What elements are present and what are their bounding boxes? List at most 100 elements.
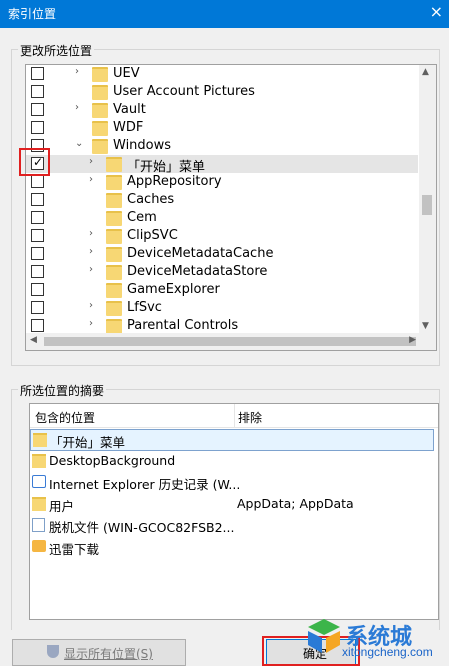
location-tree[interactable]: › UEV User Account Pictures › Vault WDF ⌄ Windo… — [25, 64, 437, 351]
tree-item[interactable]: Cem — [26, 209, 418, 227]
tree-item-label: Caches — [127, 192, 175, 207]
tree-item[interactable]: WDF — [26, 119, 418, 137]
window-title: 索引位置 — [8, 7, 57, 21]
tree-item-checkbox[interactable] — [31, 193, 44, 206]
expander-icon[interactable]: › — [89, 318, 93, 329]
tree-item-checkbox[interactable] — [31, 85, 44, 98]
folder-icon — [106, 211, 122, 226]
summary-row[interactable]: 脱机文件 (WIN-GCOC82FSB2... — [30, 515, 436, 535]
folder-icon — [92, 121, 108, 136]
expander-icon[interactable]: › — [89, 156, 93, 167]
expander-icon[interactable]: › — [75, 66, 79, 77]
expander-icon[interactable]: ⌄ — [75, 138, 83, 149]
expander-icon[interactable]: › — [89, 246, 93, 257]
tree-item[interactable]: › Vault — [26, 101, 418, 119]
close-icon[interactable]: × — [430, 2, 443, 21]
folder-icon — [92, 67, 108, 82]
tree-item-label: DeviceMetadataCache — [127, 246, 274, 261]
tree-item[interactable]: › LfSvc — [26, 299, 418, 317]
summary-row[interactable]: 「开始」菜单 — [30, 429, 434, 451]
watermark-logo: 系统城 xitongcheng.com — [298, 615, 448, 664]
tree-item[interactable]: › UEV — [26, 65, 418, 83]
folder-icon — [92, 85, 108, 100]
column-header-included[interactable]: 包含的位置 — [35, 409, 95, 426]
tree-item-checkbox[interactable] — [31, 265, 44, 278]
summary-row[interactable]: DesktopBackground — [30, 451, 436, 471]
tree-item-checkbox[interactable] — [31, 301, 44, 314]
tree-item-label: GameExplorer — [127, 282, 220, 297]
tree-item-checkbox[interactable] — [31, 103, 44, 116]
tree-vertical-scrollbar[interactable]: ▲ ▼ — [419, 65, 436, 333]
tree-item-checkbox[interactable] — [31, 211, 44, 224]
folder-icon — [106, 157, 122, 172]
expander-icon[interactable]: › — [89, 228, 93, 239]
folder-icon — [32, 496, 46, 511]
tree-horizontal-scrollbar[interactable]: ◀ ▶ — [26, 333, 436, 350]
summary-exclude: AppData; AppData — [237, 495, 354, 511]
expander-icon[interactable]: › — [89, 264, 93, 275]
tree-item-checkbox[interactable] — [31, 319, 44, 332]
tree-item-label: AppRepository — [127, 174, 222, 189]
tree-item[interactable]: › DeviceMetadataCache — [26, 245, 418, 263]
expander-icon[interactable]: › — [75, 102, 79, 113]
expander-icon[interactable]: › — [89, 300, 93, 311]
tree-item-checkbox[interactable] — [31, 121, 44, 134]
tree-item-checkbox[interactable] — [31, 247, 44, 260]
tree-item-checkbox[interactable] — [31, 175, 44, 188]
xunlei-folder-icon — [32, 539, 46, 552]
scroll-right-icon[interactable]: ▶ — [409, 335, 416, 345]
summary-row[interactable]: 迅雷下载 — [30, 537, 436, 557]
tree-item[interactable]: › ClipSVC — [26, 227, 418, 245]
summary-label: 所选位置的摘要 — [18, 382, 107, 399]
tree-item-label: ClipSVC — [127, 228, 178, 243]
tree-item[interactable]: GameExplorer — [26, 281, 418, 299]
summary-location: 脱机文件 (WIN-GCOC82FSB2... — [49, 520, 235, 535]
tree-item-label: DeviceMetadataStore — [127, 264, 268, 279]
change-locations-label: 更改所选位置 — [18, 42, 95, 59]
folder-icon — [92, 139, 108, 154]
folder-icon — [32, 453, 46, 468]
folder-icon — [106, 193, 122, 208]
column-divider — [234, 404, 235, 427]
summary-row[interactable]: 用户 AppData; AppData — [30, 494, 436, 514]
tree-item[interactable]: Caches — [26, 191, 418, 209]
tree-item[interactable]: › AppRepository — [26, 173, 418, 191]
summary-location: Internet Explorer 历史记录 (W... — [49, 477, 241, 492]
tree-item-label: Vault — [113, 102, 146, 117]
scroll-left-icon[interactable]: ◀ — [30, 335, 37, 345]
folder-icon — [92, 103, 108, 118]
ie-icon — [32, 475, 46, 488]
tree-item-checkbox[interactable] — [31, 283, 44, 296]
scroll-thumb[interactable] — [422, 195, 432, 215]
summary-location: 用户 — [49, 498, 75, 514]
tree-item[interactable]: ✓ › 「开始」菜单 — [26, 155, 418, 175]
checkbox-highlight-box — [19, 148, 50, 176]
brand-logo-icon — [308, 619, 340, 653]
summary-list[interactable]: 包含的位置 排除 「开始」菜单 DesktopBackground Internet… — [29, 403, 439, 620]
tree-item[interactable]: ⌄ Windows — [26, 137, 418, 155]
folder-icon — [106, 175, 122, 190]
tree-item-label: Windows — [113, 138, 172, 153]
folder-icon — [106, 229, 122, 244]
folder-icon — [106, 247, 122, 262]
tree-item[interactable]: User Account Pictures — [26, 83, 418, 101]
show-all-locations-button[interactable]: 显示所有位置(S) — [12, 639, 186, 666]
expander-icon[interactable]: › — [89, 174, 93, 185]
tree-item-label: Cem — [127, 210, 157, 225]
summary-location: 「开始」菜单 — [50, 435, 126, 450]
summary-row[interactable]: Internet Explorer 历史记录 (W... — [30, 472, 436, 492]
scroll-down-icon[interactable]: ▼ — [422, 321, 429, 331]
tree-item[interactable]: › DeviceMetadataStore — [26, 263, 418, 281]
shield-icon — [47, 645, 59, 658]
summary-header: 包含的位置 排除 — [30, 404, 438, 428]
column-header-excluded[interactable]: 排除 — [238, 409, 262, 426]
tree-item-label: User Account Pictures — [113, 84, 255, 99]
tree-item-checkbox[interactable] — [31, 229, 44, 242]
tree-item-checkbox[interactable] — [31, 67, 44, 80]
horizontal-scroll-thumb[interactable] — [44, 337, 416, 346]
scroll-up-icon[interactable]: ▲ — [422, 67, 429, 77]
folder-icon — [106, 301, 122, 316]
tree-item-label: Parental Controls — [127, 318, 239, 333]
tree-item-label: WDF — [113, 120, 144, 135]
tree-item-label: UEV — [113, 66, 140, 81]
